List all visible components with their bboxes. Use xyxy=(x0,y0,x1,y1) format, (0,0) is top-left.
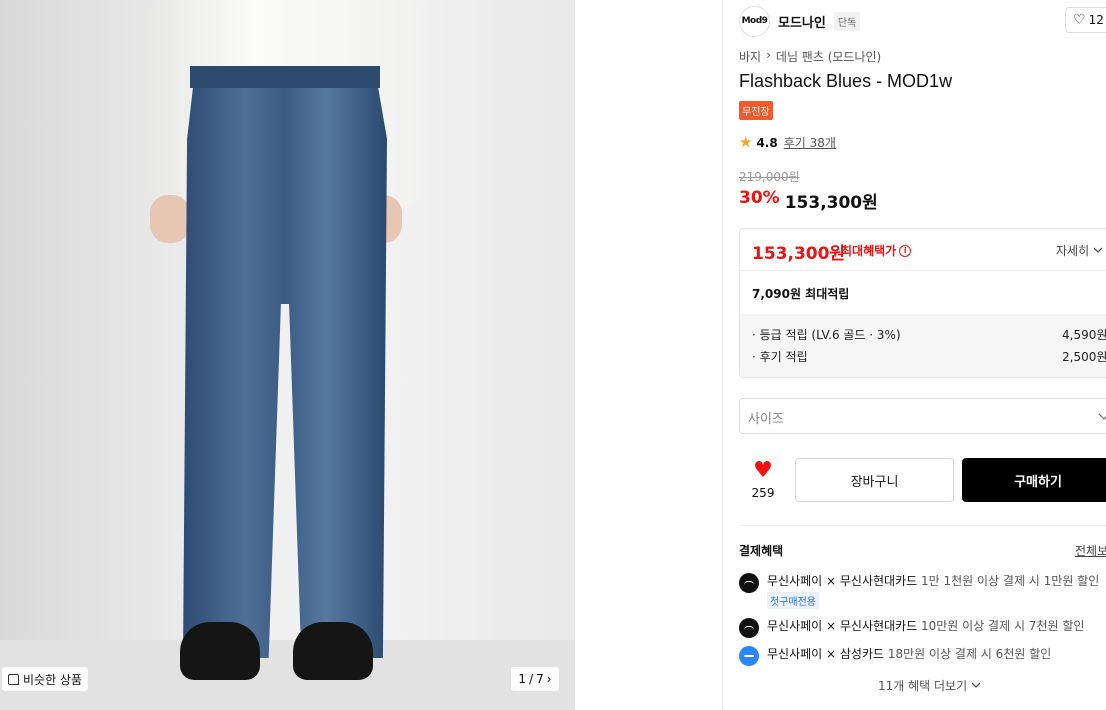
pager-separator: / xyxy=(529,672,534,686)
brand-row[interactable]: Mod9 모드나인 단독 xyxy=(739,5,861,37)
max-benefit-box: 153,300원 최대혜택가 i 자세히 7,090원 최대적립 · 등급 적립… xyxy=(739,228,1106,378)
breadcrumb-chevron-icon: › xyxy=(766,48,771,62)
payment-benefit-text: 무신사페이 × 삼성카드 18만원 이상 결제 시 6천원 할인 xyxy=(767,645,1051,662)
musinsa-card-icon xyxy=(739,618,759,638)
payment-note: 1만 1천원 이상 결제 시 1만원 할인 xyxy=(921,574,1100,588)
brand-name[interactable]: 모드나인 xyxy=(778,12,826,31)
payment-note: 18만원 이상 결제 시 6천원 할인 xyxy=(887,647,1052,661)
photo-jeans xyxy=(183,68,387,658)
section-divider xyxy=(739,525,1106,526)
size-select[interactable]: 사이즈 xyxy=(739,398,1106,434)
max-benefit-label: 최대혜택가 xyxy=(841,244,897,258)
brand-like-count: 12 xyxy=(1088,13,1104,27)
free-shipping-badge: 무진장 xyxy=(739,101,773,120)
heart-outline-icon: ♡ xyxy=(1073,12,1086,28)
grade-points-label: · 등급 적립 (LV.6 골드 · 3%) xyxy=(752,328,901,342)
image-pager[interactable]: 1 / 7 › xyxy=(511,667,559,691)
product-like-button[interactable]: ♥ 259 xyxy=(739,458,787,501)
benefit-detail-toggle[interactable]: 자세히 xyxy=(1056,242,1103,259)
pager-current: 1 xyxy=(518,672,527,686)
samsung-card-icon xyxy=(739,646,759,666)
chevron-down-icon xyxy=(1093,247,1103,253)
sale-price: 153,300원 xyxy=(784,193,878,213)
rating-score: 4.8 xyxy=(756,135,778,150)
max-benefit-price: 153,300원 xyxy=(752,244,846,264)
max-benefit-label-wrap: 최대혜택가 i xyxy=(841,242,912,259)
exclusive-badge: 단독 xyxy=(833,11,861,31)
chevron-right-icon[interactable]: › xyxy=(547,672,552,686)
more-benefits-button[interactable]: 11개 혜택 더보기 xyxy=(878,677,981,694)
buy-now-button[interactable]: 구매하기 xyxy=(962,458,1106,502)
first-purchase-tag: 첫구매전용 xyxy=(767,592,819,609)
pager-total: 7 xyxy=(536,672,544,686)
musinsa-card-icon xyxy=(739,573,759,593)
review-points-label: · 후기 적립 xyxy=(752,350,808,364)
payment-note: 10만원 이상 결제 시 7천원 할인 xyxy=(921,619,1085,633)
chevron-down-icon xyxy=(1098,413,1106,420)
photo-shoe-right xyxy=(293,622,373,680)
benefit-detail-label: 자세히 xyxy=(1056,244,1090,258)
star-icon: ★ xyxy=(739,133,753,151)
review-points-value: 2,500원 xyxy=(1062,350,1106,364)
photo-hand-left xyxy=(150,195,190,243)
product-like-count: 259 xyxy=(751,486,775,500)
photo-shoe-left xyxy=(180,622,260,680)
breadcrumb: 바지 › 데님 팬츠 (모드나인) xyxy=(739,48,881,65)
price-row: 30% 153,300원 xyxy=(739,188,878,213)
similar-products-label: 비슷한 상품 xyxy=(23,672,83,687)
grade-points-value: 4,590원 xyxy=(1062,328,1106,342)
breadcrumb-parent[interactable]: 바지 xyxy=(739,48,761,65)
original-price: 219,000원 xyxy=(739,170,800,184)
heart-filled-icon: ♥ xyxy=(753,458,773,483)
brand-like-button[interactable]: ♡ 12 xyxy=(1065,7,1106,33)
payment-benefits-title: 결제혜택 xyxy=(739,544,784,558)
brand-logo[interactable]: Mod9 xyxy=(739,5,770,37)
payment-benefit-item: 무신사페이 × 무신사현대카드 10만원 이상 결제 시 7천원 할인 xyxy=(739,617,1084,638)
info-icon[interactable]: i xyxy=(899,244,912,257)
max-benefit-header: 153,300원 최대혜택가 i 자세히 xyxy=(740,229,1106,271)
payment-benefit-item: 무신사페이 × 무신사현대카드 1만 1천원 이상 결제 시 1만원 할인 첫구… xyxy=(739,572,1099,609)
size-placeholder: 사이즈 xyxy=(748,412,784,427)
max-points: 7,090원 최대적립 xyxy=(752,287,850,301)
add-to-cart-button[interactable]: 장바구니 xyxy=(795,458,954,502)
breadcrumb-current[interactable]: 데님 팬츠 (모드나인) xyxy=(776,48,881,65)
product-image[interactable]: 비슷한 상품 1 / 7 › xyxy=(0,0,575,710)
rating-row: ★ 4.8 후기 38개 xyxy=(739,134,836,151)
payment-benefit-item: 무신사페이 × 삼성카드 18만원 이상 결제 시 6천원 할인 xyxy=(739,645,1051,666)
column-divider xyxy=(722,0,723,710)
more-benefits-label: 11개 혜택 더보기 xyxy=(878,679,968,693)
reviews-link[interactable]: 후기 38개 xyxy=(784,134,836,151)
points-breakdown: · 등급 적립 (LV.6 골드 · 3%) 4,590원 · 후기 적립 2,… xyxy=(740,314,1106,377)
payment-provider: 무신사페이 × 무신사현대카드 xyxy=(767,619,918,633)
payment-view-all-link[interactable]: 전체보기 xyxy=(1075,542,1106,559)
photo-waistband xyxy=(190,66,380,88)
payment-benefit-text: 무신사페이 × 무신사현대카드 10만원 이상 결제 시 7천원 할인 xyxy=(767,617,1084,634)
product-info-panel: Mod9 모드나인 단독 ♡ 12 바지 › 데님 팬츠 (모드나인) Flas… xyxy=(739,0,1106,710)
similar-products-button[interactable]: 비슷한 상품 xyxy=(2,667,89,691)
discount-rate: 30% xyxy=(739,188,780,208)
product-title: Flashback Blues - MOD1w xyxy=(739,71,953,91)
chevron-down-icon xyxy=(971,682,981,688)
similar-icon xyxy=(8,673,19,685)
payment-benefit-text: 무신사페이 × 무신사현대카드 1만 1천원 이상 결제 시 1만원 할인 첫구… xyxy=(767,572,1099,609)
payment-provider: 무신사페이 × 무신사현대카드 xyxy=(767,574,918,588)
payment-provider: 무신사페이 × 삼성카드 xyxy=(767,647,885,661)
